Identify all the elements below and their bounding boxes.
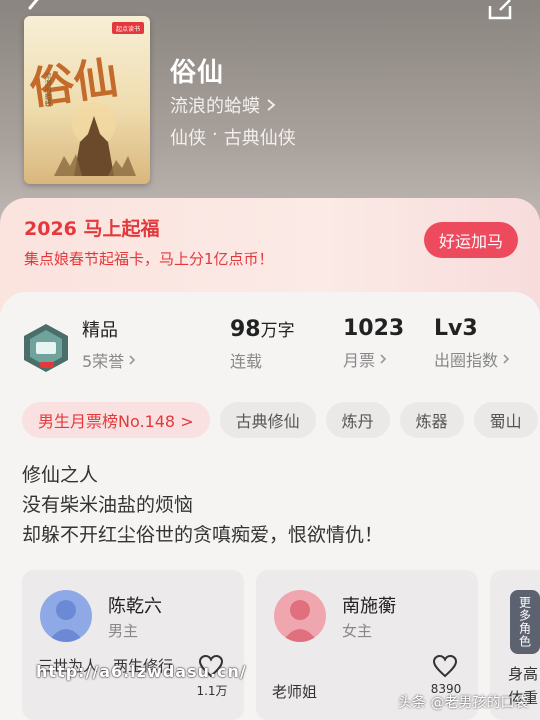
character-avatar	[274, 590, 326, 642]
intro-line: 没有柴米油盐的烦恼	[22, 494, 194, 516]
character-avatar	[40, 590, 92, 642]
promo-subtitle: 集点娘春节起福卡，马上分1亿点币！	[24, 250, 274, 268]
genre-row: 仙侠 · 古典仙侠	[170, 124, 296, 150]
cover-author: 流浪的蛤蟆	[44, 71, 52, 108]
chevron-right-icon	[129, 355, 136, 365]
genre-label[interactable]: 仙侠	[170, 124, 206, 150]
promo-button[interactable]: 好运加马	[424, 222, 518, 258]
more-characters-label[interactable]: 更多角色	[510, 590, 540, 654]
cover-title: 俗仙	[27, 52, 121, 115]
monthly-votes-value: 1023	[343, 316, 405, 341]
cover-art: 起点读书 俗仙 流浪的蛤蟆	[27, 22, 144, 176]
quality-badge-icon	[24, 324, 68, 372]
influence-label: 出圈指数	[434, 351, 499, 370]
chevron-right-icon	[380, 354, 387, 364]
tag-item[interactable]: 古典修仙	[219, 402, 316, 438]
tag-ranking[interactable]: 男生月票榜No.148 >	[22, 402, 210, 438]
book-intro[interactable]: 修仙之人 没有柴米油盐的烦恼 却躲不开红尘俗世的贪嗔痴爱，恨欲情仇！	[22, 460, 383, 550]
watermark-url: http://a6.lzwdasu.cn/	[36, 662, 247, 681]
genre-separator: ·	[212, 124, 218, 145]
quality-stat[interactable]: 精品 5荣誉	[82, 316, 136, 372]
author-name: 流浪的蛤蟆	[170, 96, 260, 117]
tag-row: 男生月票榜No.148 > 古典修仙 炼丹 炼器 蜀山	[22, 402, 538, 438]
word-count-stat: 98万字 连载	[230, 316, 295, 372]
honors-count: 5荣誉	[82, 352, 125, 371]
share-icon[interactable]	[484, 0, 516, 24]
quality-label: 精品	[82, 320, 118, 341]
character-card[interactable]: 陈乾六 男主 三世为人，两生修行 1.1万	[22, 570, 244, 720]
serial-status: 连载	[230, 352, 263, 371]
tag-item[interactable]: 炼丹	[325, 402, 390, 438]
intro-line: 却躲不开红尘俗世的贪嗔痴爱，恨欲情仇！	[22, 524, 384, 546]
tag-item[interactable]: 炼器	[399, 402, 464, 438]
like-count: 1.1万	[196, 684, 228, 698]
watermark-source: 头条 @老男孩的口袋	[398, 695, 529, 711]
word-count-unit: 万字	[260, 321, 295, 341]
book-detail-card: 精品 5荣誉 98万字 连载 1023 月票 Lv3 出圈指数 男生月票榜No.…	[0, 292, 540, 720]
tag-item[interactable]: 蜀山	[473, 402, 538, 438]
character-role: 女主	[342, 622, 373, 640]
influence-level: Lv3	[434, 316, 478, 341]
heart-icon[interactable]	[432, 654, 458, 678]
word-count-value: 98	[230, 317, 261, 342]
promo-title: 2026 马上起福	[24, 218, 160, 240]
chevron-right-icon	[503, 354, 510, 364]
monthly-votes-stat[interactable]: 1023 月票	[343, 316, 404, 371]
intro-line: 修仙之人	[22, 464, 99, 486]
monthly-votes-label: 月票	[343, 351, 376, 370]
character-name: 南施蘅	[342, 596, 396, 617]
book-title: 俗仙	[170, 58, 225, 88]
subgenre-label[interactable]: 古典仙侠	[224, 124, 296, 150]
character-role: 男主	[108, 622, 139, 640]
cover-brand: 起点读书	[116, 25, 140, 33]
author-link[interactable]: 流浪的蛤蟆	[170, 92, 276, 118]
influence-index-stat[interactable]: Lv3 出圈指数	[434, 316, 510, 371]
chevron-right-icon	[267, 99, 276, 111]
book-cover[interactable]: 起点读书 俗仙 流浪的蛤蟆	[24, 16, 150, 184]
character-name: 陈乾六	[108, 596, 162, 617]
